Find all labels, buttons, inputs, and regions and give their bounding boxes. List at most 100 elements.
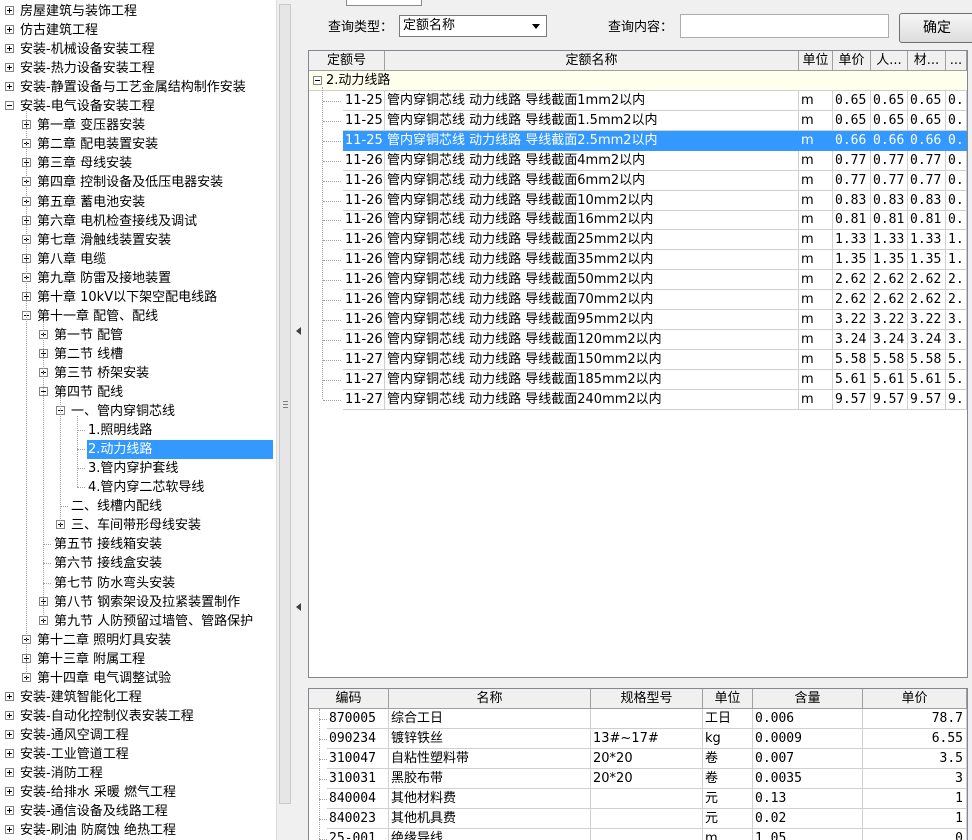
expand-plus-icon[interactable]: [5, 44, 14, 54]
tree-scrollbar-thumb[interactable]: [279, 4, 291, 804]
tree-node[interactable]: 第八节 钢索架设及拉紧装置制作: [0, 593, 276, 612]
column-header[interactable]: 编码: [309, 689, 389, 709]
tree-node[interactable]: 安装-自动化控制仪表安装工程: [0, 707, 276, 726]
tree-node-selected[interactable]: 2.动力线路: [0, 440, 276, 460]
tree-node[interactable]: 第三节 桥架安装: [0, 364, 276, 383]
table-row[interactable]: 11-26 管内穿铜芯线 动力线路 导线截面25mm2以内 m 1.33 1.33 1.3…: [309, 230, 967, 251]
chevron-down-icon[interactable]: [528, 18, 544, 34]
table-row[interactable]: 840023 其他机具费 元 0.02 1: [309, 809, 967, 829]
column-header[interactable]: 单位: [703, 689, 753, 709]
tree-node[interactable]: 3.管内穿护套线: [0, 459, 276, 478]
tree-node[interactable]: 第一章 变压器安装: [0, 116, 276, 135]
tree-node[interactable]: 第三章 母线安装: [0, 154, 276, 173]
table-row[interactable]: 090234 镀锌铁丝 13#~17# kg 0.0009 6.55: [309, 729, 967, 749]
tree-node[interactable]: 第八章 电缆: [0, 250, 276, 269]
expand-plus-icon[interactable]: [5, 25, 14, 35]
tree-node[interactable]: 安装-通信设备及线路工程: [0, 802, 276, 821]
tree-node[interactable]: 第四节 配线: [0, 383, 276, 402]
table-row[interactable]: 11-27 管内穿铜芯线 动力线路 导线截面185mm2以内 m 5.61 5.61 5.…: [309, 369, 967, 390]
table-row[interactable]: 11-26 管内穿铜芯线 动力线路 导线截面35mm2以内 m 1.35 1.35 1.3…: [309, 250, 967, 271]
table-row[interactable]: 25-001 绝缘导线 m 1.05 0: [309, 829, 967, 840]
tree-node[interactable]: 第七章 滑触线装置安装: [0, 231, 276, 250]
collapse-left-arrow-icon[interactable]: [296, 603, 301, 611]
query-content-input[interactable]: [680, 14, 889, 38]
expand-plus-icon[interactable]: [5, 63, 14, 73]
expand-plus-icon[interactable]: [5, 787, 14, 797]
tree-node[interactable]: 仿古建筑工程: [0, 21, 276, 40]
table-row[interactable]: 870005 综合工日 工日 0.006 78.7: [309, 709, 967, 729]
tree-node[interactable]: 安装-热力设备安装工程: [0, 59, 276, 78]
column-header[interactable]: 规格型号: [591, 689, 703, 709]
column-header[interactable]: 定额号: [309, 51, 385, 71]
tree-node[interactable]: 安装-消防工程: [0, 764, 276, 783]
tree-scrollbar[interactable]: [276, 0, 294, 840]
expand-plus-icon[interactable]: [5, 82, 14, 92]
column-header[interactable]: 名称: [389, 689, 591, 709]
tree-node[interactable]: 4.管内穿二芯软导线: [0, 478, 276, 497]
column-header[interactable]: ...: [946, 51, 967, 71]
table-row[interactable]: 11-27 管内穿铜芯线 动力线路 导线截面240mm2以内 m 9.57 9.57 9.…: [309, 389, 967, 410]
expand-plus-icon[interactable]: [5, 691, 14, 701]
tree-node[interactable]: 1.照明线路: [0, 421, 276, 440]
tree-node[interactable]: 第十一章 配管、配线: [0, 307, 276, 326]
expand-plus-icon[interactable]: [5, 825, 14, 835]
tree-node[interactable]: 第二节 线槽: [0, 345, 276, 364]
table-row[interactable]: 11-26 管内穿铜芯线 动力线路 导线截面16mm2以内 m 0.81 0.81 0.8…: [309, 210, 967, 231]
collapse-minus-icon[interactable]: [5, 101, 14, 111]
tree-node[interactable]: 第十章 10kV以下架空配电线路: [0, 288, 276, 307]
panel-splitter[interactable]: [294, 0, 304, 840]
tree-node[interactable]: 第十四章 电气调整试验: [0, 669, 276, 688]
query-type-select[interactable]: 定额名称: [399, 15, 547, 37]
column-header[interactable]: 单位: [799, 51, 833, 71]
confirm-button[interactable]: 确定: [899, 13, 972, 43]
tree-node[interactable]: 安装-静置设备与工艺金属结构制作安装: [0, 78, 276, 97]
table-row[interactable]: 11-26 管内穿铜芯线 动力线路 导线截面4mm2以内 m 0.77 0.77 0.77…: [309, 150, 967, 171]
top-tab[interactable]: [346, 0, 422, 6]
column-header[interactable]: 含量: [753, 689, 863, 709]
column-header[interactable]: 材...: [908, 51, 946, 71]
table-row[interactable]: 11-26 管内穿铜芯线 动力线路 导线截面50mm2以内 m 2.62 2.62 2.6…: [309, 270, 967, 291]
table-row[interactable]: 310047 自粘性塑料带 20*20 卷 0.007 3.5: [309, 749, 967, 769]
tree-node[interactable]: 第七节 防水弯头安装: [0, 574, 276, 593]
table-row[interactable]: 11-25 管内穿铜芯线 动力线路 导线截面1mm2以内 m 0.65 0.65 0.65…: [309, 91, 967, 111]
chapter-tree[interactable]: 房屋建筑与装饰工程 仿古建筑工程 安装-机械设备安装工程 安装-热力设备安装工程 安装-…: [0, 0, 276, 840]
tree-node[interactable]: 安装-刷油 防腐蚀 绝热工程: [0, 821, 276, 840]
expand-plus-icon[interactable]: [5, 748, 14, 758]
expand-plus-icon[interactable]: [5, 806, 14, 816]
expand-plus-icon[interactable]: [5, 6, 14, 15]
expand-plus-icon[interactable]: [5, 768, 14, 777]
expand-plus-icon[interactable]: [5, 710, 14, 720]
tree-node[interactable]: 安装-机械设备安装工程: [0, 40, 276, 59]
tree-node[interactable]: 第二章 配电装置安装: [0, 135, 276, 154]
table-row[interactable]: 11-27 管内穿铜芯线 动力线路 导线截面150mm2以内 m 5.58 5.58 5.…: [309, 349, 967, 370]
tree-node[interactable]: 第九章 防雷及接地装置: [0, 269, 276, 288]
column-header[interactable]: 单价: [833, 51, 871, 71]
table-row[interactable]: 11-25 管内穿铜芯线 动力线路 导线截面1.5mm2以内 m 0.65 0.65 0.…: [309, 110, 967, 131]
collapse-minus-icon[interactable]: [313, 76, 322, 85]
column-header[interactable]: 定额名称: [385, 51, 799, 71]
tree-node[interactable]: 第六章 电机检查接线及调试: [0, 212, 276, 231]
tree-node[interactable]: 第五节 接线箱安装: [0, 535, 276, 554]
tree-node[interactable]: 安装-建筑智能化工程: [0, 688, 276, 707]
tree-node[interactable]: 第四章 控制设备及低压电器安装: [0, 173, 276, 192]
tree-node[interactable]: 安装-工业管道工程: [0, 745, 276, 764]
expand-plus-icon[interactable]: [5, 729, 14, 739]
table-row[interactable]: 11-26 管内穿铜芯线 动力线路 导线截面120mm2以内 m 3.24 3.24 3.…: [309, 329, 967, 350]
quota-grid[interactable]: 定额号 定额名称 单位 单价 人... 材...... 2.动力线路 11-25 管内穿铜芯线 …: [308, 50, 968, 678]
collapse-left-arrow-icon[interactable]: [296, 327, 301, 335]
table-row[interactable]: 840004 其他材料费 元 0.13 1: [309, 789, 967, 809]
tree-node[interactable]: 第九节 人防预留过墙管、管路保护: [0, 612, 276, 631]
tree-node[interactable]: 三、车间带形母线安装: [0, 516, 276, 535]
tree-node[interactable]: 安装-给排水 采暖 燃气工程: [0, 783, 276, 802]
tree-node[interactable]: 第六节 接线盒安装: [0, 554, 276, 573]
table-row[interactable]: 310031 黑胶布带 20*20 卷 0.0035 3: [309, 769, 967, 789]
column-header[interactable]: 人...: [871, 51, 908, 71]
table-row[interactable]: 11-26 管内穿铜芯线 动力线路 导线截面10mm2以内 m 0.83 0.83 0.8…: [309, 190, 967, 211]
table-row-selected[interactable]: 11-25 管内穿铜芯线 动力线路 导线截面2.5mm2以内 m 0.66 0.66 0.…: [309, 130, 967, 151]
table-row[interactable]: 11-26 管内穿铜芯线 动力线路 导线截面70mm2以内 m 2.62 2.62 2.6…: [309, 290, 967, 310]
tree-node[interactable]: 安装-通风空调工程: [0, 726, 276, 745]
table-row[interactable]: 11-26 管内穿铜芯线 动力线路 导线截面6mm2以内 m 0.77 0.77 0.77…: [309, 170, 967, 191]
tree-node[interactable]: 第一节 配管: [0, 326, 276, 345]
column-header[interactable]: 单价: [863, 689, 967, 709]
group-row[interactable]: 2.动力线路: [309, 71, 967, 91]
